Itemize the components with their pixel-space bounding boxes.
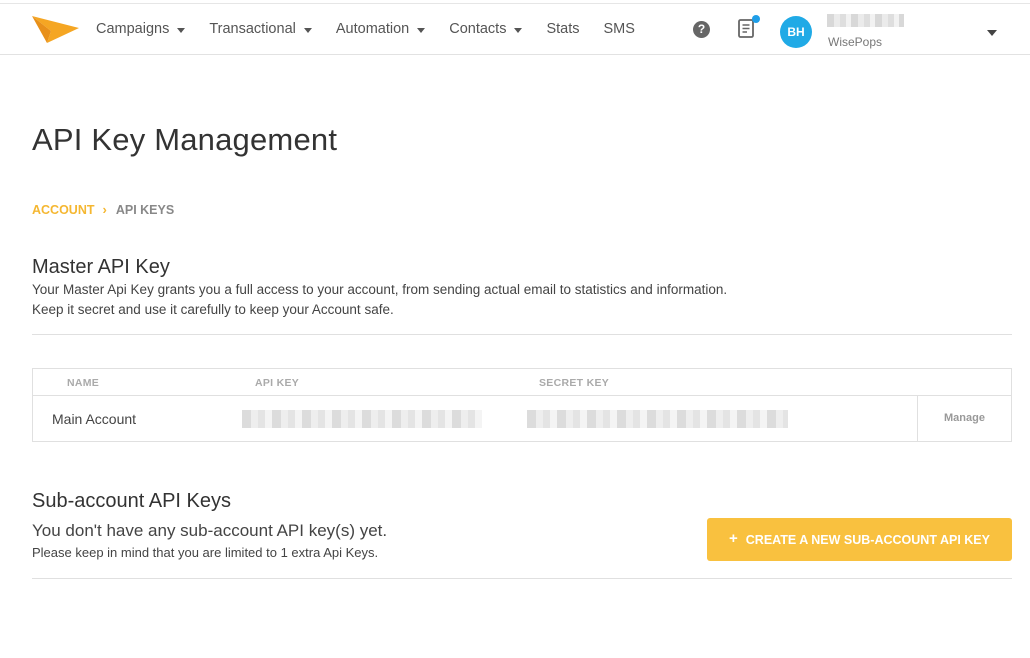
nav-contacts[interactable]: Contacts	[449, 21, 523, 37]
nav-campaigns[interactable]: Campaigns	[96, 21, 186, 37]
breadcrumb-account-link[interactable]: ACCOUNT	[32, 203, 95, 217]
page-title: API Key Management	[32, 122, 338, 157]
breadcrumb-current: API KEYS	[115, 202, 175, 217]
manage-button[interactable]: Manage	[917, 395, 1011, 441]
nav-transactional[interactable]: Transactional	[209, 21, 312, 37]
account-name-cell: Main Account	[52, 411, 137, 427]
breadcrumb: ACCOUNT › API KEYS	[32, 202, 174, 217]
sub-account-keys-title: Sub-account API Keys	[32, 490, 232, 512]
divider	[32, 578, 1012, 579]
master-api-key-warning: Keep it secret and use it carefully to k…	[32, 302, 394, 317]
api-key-value-redacted[interactable]	[242, 410, 482, 428]
top-navigation-bar: Campaigns Transactional Automation Conta…	[0, 3, 1030, 55]
nav-contacts-label: Contacts	[449, 21, 507, 37]
create-sub-account-api-key-button[interactable]: + CREATE A NEW SUB-ACCOUNT API KEY	[707, 518, 1012, 561]
chevron-down-icon	[177, 27, 186, 33]
chevron-down-icon	[417, 27, 426, 33]
avatar[interactable]: BH	[780, 16, 812, 48]
nav-stats-label: Stats	[546, 21, 580, 37]
company-name: WisePops	[828, 35, 883, 49]
column-header-name: NAME	[67, 377, 100, 389]
main-nav: Campaigns Transactional Automation Conta…	[96, 4, 659, 54]
nav-stats[interactable]: Stats	[546, 21, 579, 37]
divider	[32, 334, 1012, 335]
nav-automation-label: Automation	[335, 21, 410, 37]
limit-notice: Please keep in mind that you are limited…	[32, 545, 379, 560]
username-redacted	[827, 14, 904, 27]
nav-automation[interactable]: Automation	[335, 21, 426, 37]
chevron-down-icon[interactable]	[987, 30, 997, 36]
master-api-key-description: Your Master Api Key grants you a full ac…	[32, 282, 728, 297]
empty-state-text: You don't have any sub-account API key(s…	[32, 521, 388, 540]
nav-sms[interactable]: SMS	[604, 21, 635, 37]
chevron-down-icon	[514, 27, 523, 33]
nav-campaigns-label: Campaigns	[96, 21, 170, 37]
help-icon[interactable]: ?	[693, 21, 710, 38]
nav-sms-label: SMS	[603, 21, 635, 37]
notification-badge	[752, 15, 760, 23]
plus-icon: +	[729, 530, 738, 547]
chevron-down-icon	[303, 27, 312, 33]
master-key-table: NAME API KEY SECRET KEY Main Account Man…	[32, 368, 1012, 442]
secret-key-value-redacted[interactable]	[527, 410, 788, 428]
nav-transactional-label: Transactional	[209, 21, 296, 37]
master-api-key-title: Master API Key	[32, 256, 170, 278]
chevron-right-icon: ›	[102, 202, 107, 217]
column-header-secret-key: SECRET KEY	[539, 377, 610, 389]
column-header-api-key: API KEY	[255, 377, 300, 389]
sendinblue-logo-icon[interactable]	[31, 15, 81, 45]
table-row-divider	[33, 395, 1011, 396]
create-button-label: CREATE A NEW SUB-ACCOUNT API KEY	[745, 532, 990, 547]
